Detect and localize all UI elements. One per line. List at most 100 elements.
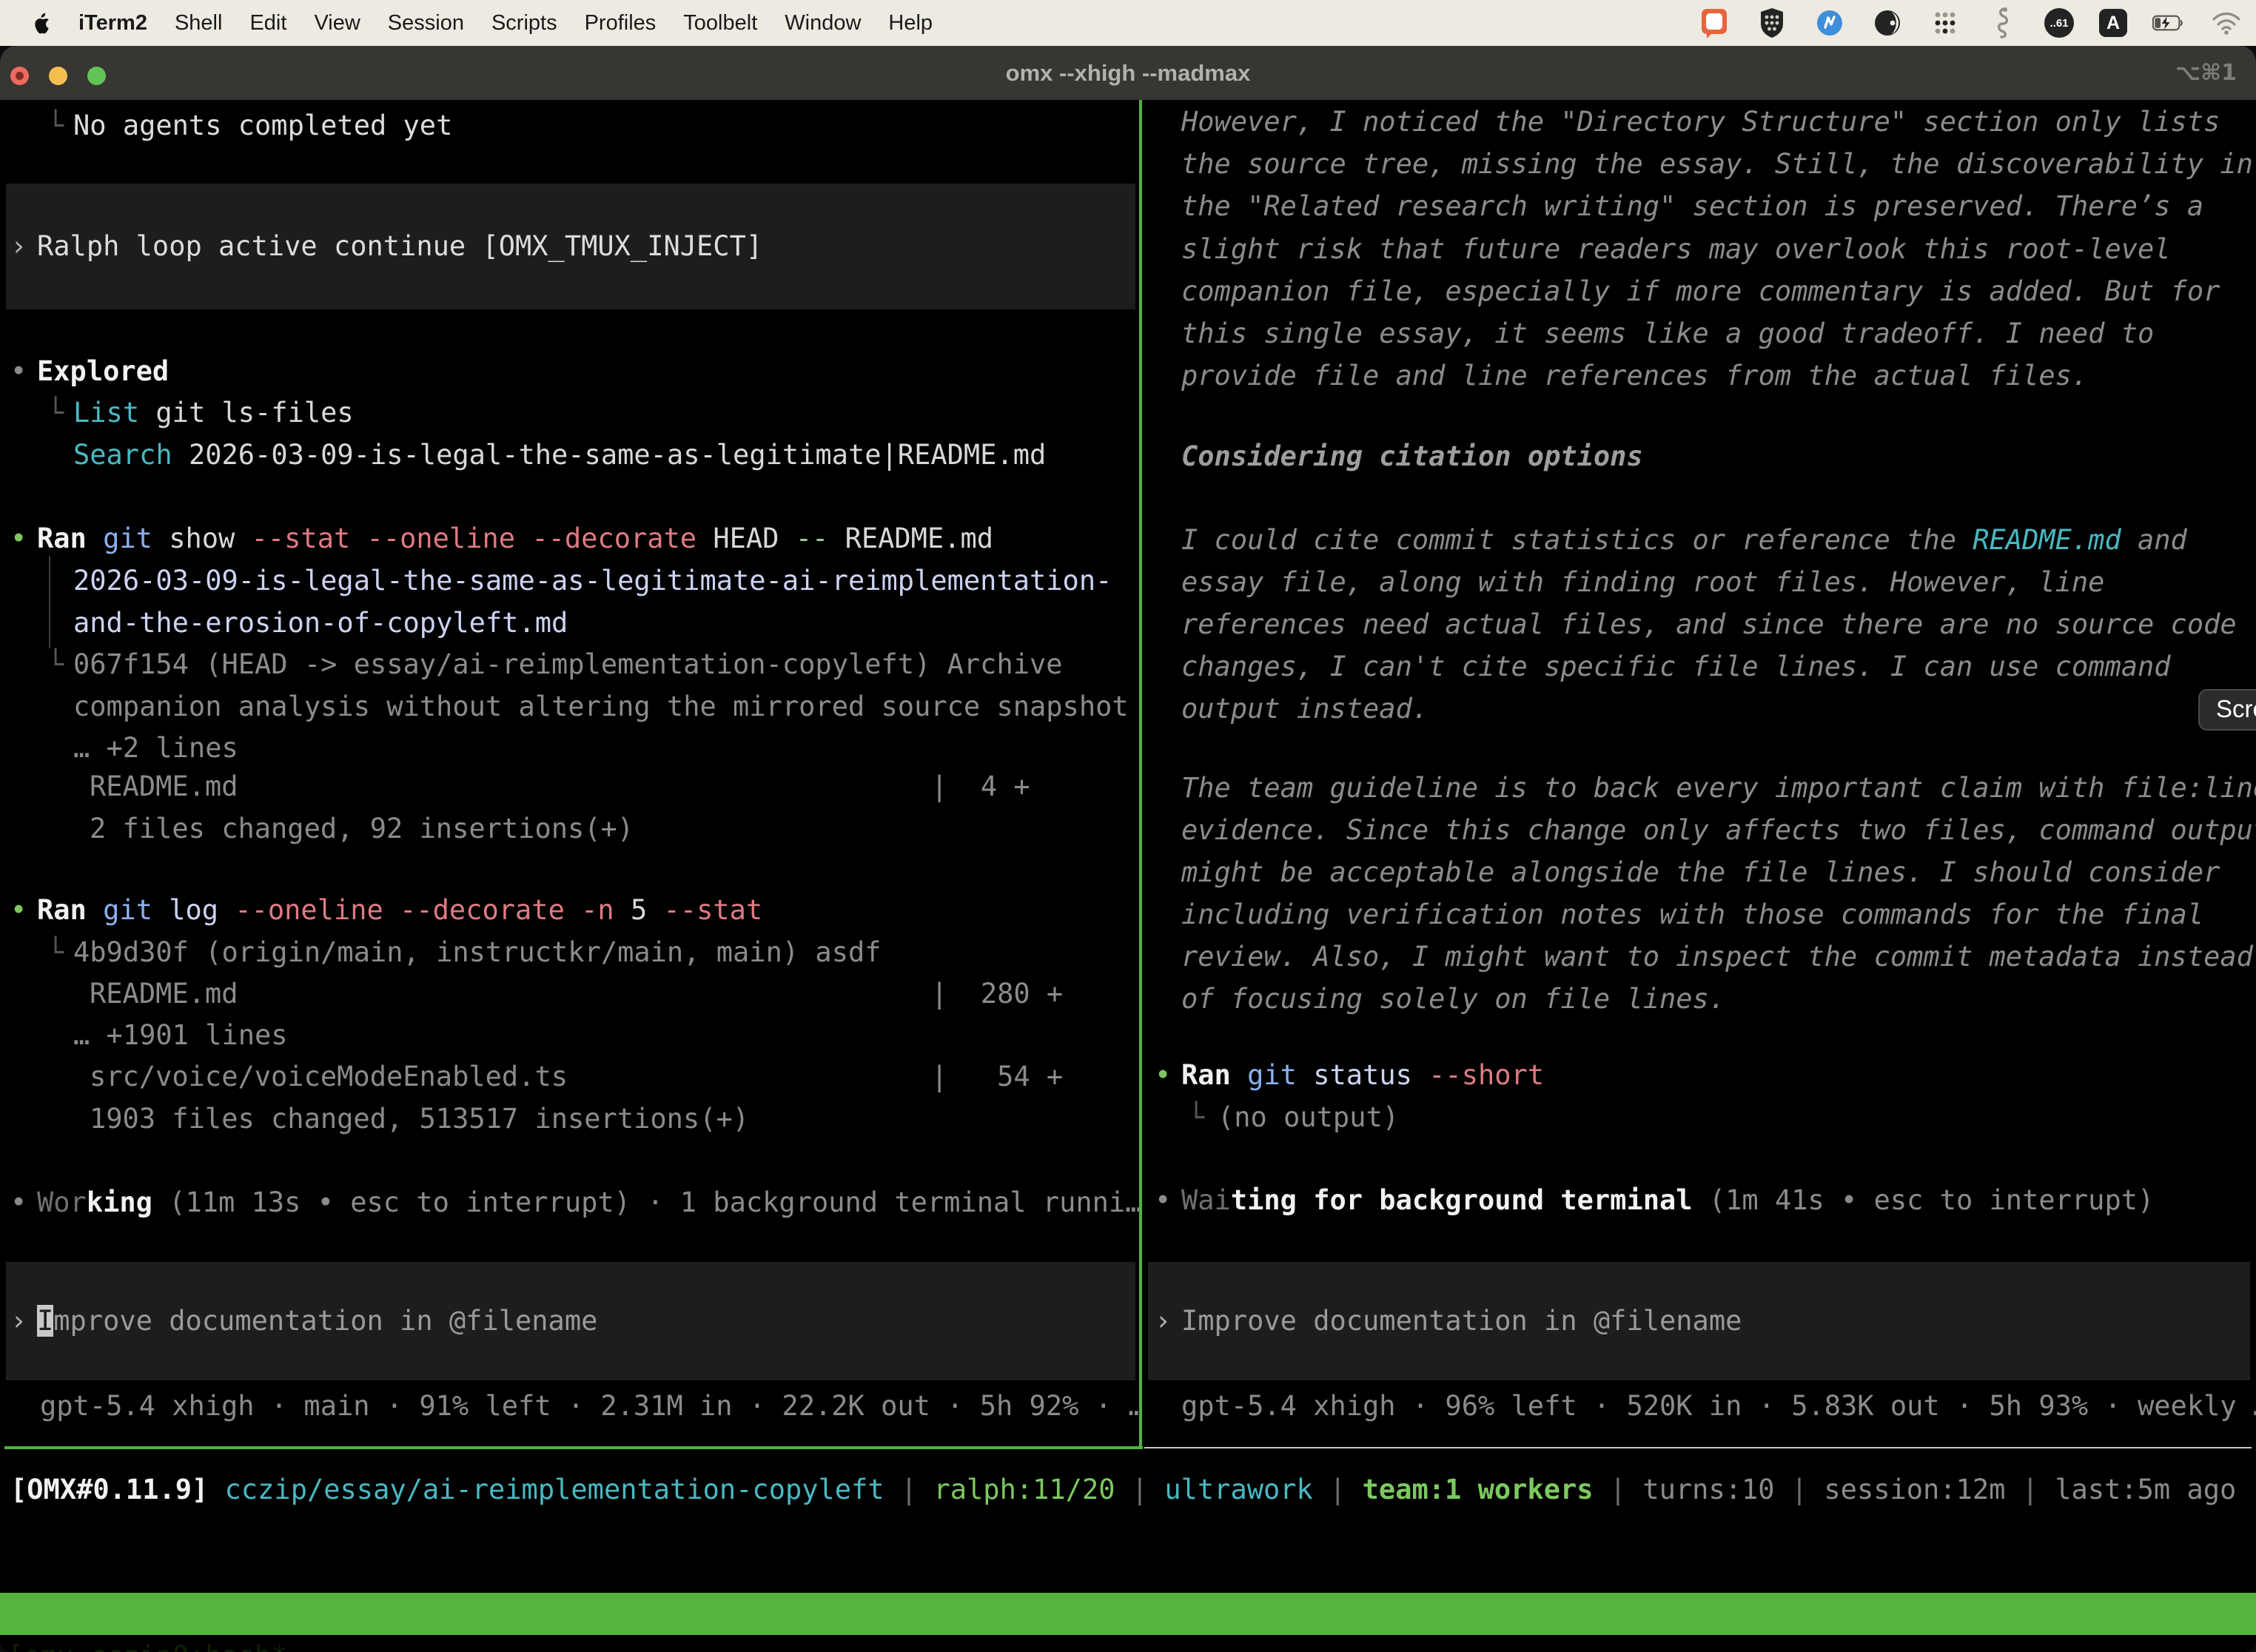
squiggle-icon[interactable] [1987, 7, 2019, 39]
terminal[interactable]: └No agents completed yet ›Ralph loop act… [0, 100, 2256, 1652]
input-source-label: A [2106, 13, 2120, 34]
thinking-para1-line5: companion file, especially if more comme… [1181, 270, 2220, 313]
blue-badge-icon[interactable] [1813, 7, 1846, 39]
menu-item-toolbelt[interactable]: Toolbelt [683, 11, 757, 36]
title-bar: omx --xhigh --madmax ⌥⌘1 [0, 46, 2256, 101]
right-input-text: Improve documentation in @filename [1181, 1305, 1742, 1337]
prompt-glyph: › [1155, 1300, 1181, 1343]
close-button[interactable] [10, 67, 29, 85]
git-show-output-1: └067f154 (HEAD -> essay/ai-reimplementat… [47, 643, 1063, 686]
iterm-window: omx --xhigh --madmax ⌥⌘1 └No agents comp… [0, 46, 2256, 1652]
tmux-session-label: [omx-cczip0:bash* [7, 1635, 288, 1652]
screen: iTerm2 Shell Edit View Session Scripts P… [0, 0, 2256, 1652]
menu-item-shell[interactable]: Shell [175, 11, 223, 36]
window-shortcut-badge: ⌥⌘1 [2175, 46, 2237, 100]
inject-text: Ralph loop active continue [OMX_TMUX_INJ… [37, 230, 762, 262]
thinking-heading: Considering citation options [1181, 435, 1643, 478]
thinking-para3-line6: of focusing solely on file lines. [1181, 978, 1725, 1021]
shield-grid-icon[interactable] [1756, 7, 1788, 39]
thinking-para2-line4: changes, I can't cite specific file line… [1181, 645, 2171, 688]
pane-divider[interactable] [1139, 100, 1142, 1448]
bullet-glyph: • [10, 1181, 37, 1224]
left-input-text: mprove documentation in @filename [53, 1305, 597, 1337]
thinking-para2-line5: output instead. [1181, 688, 1429, 731]
explored-list-line: └List git ls-files [47, 392, 354, 434]
inject-banner: ›Ralph loop active continue [OMX_TMUX_IN… [6, 184, 1135, 309]
thinking-para2-line3: references need actual files, and since … [1181, 603, 2237, 646]
menu-item-iterm2[interactable]: iTerm2 [78, 11, 147, 36]
screen-share-overlay[interactable]: Scre [2198, 689, 2256, 731]
branch-glyph: └ [1188, 1096, 1218, 1139]
percent-badge-label: ..61 [2049, 17, 2068, 30]
git-status-output: └(no output) [1188, 1096, 1399, 1139]
bullet-glyph: • [1155, 1054, 1181, 1097]
git-show-stat-line: README.md| 4 + [0, 765, 1141, 808]
tmux-status-bar: [omx-cczip0:bash* "MacBook-Pro-44.local"… [0, 1593, 2256, 1635]
thinking-para3-line1: The team guideline is to back every impo… [1181, 767, 2256, 810]
explored-header: •Explored [10, 350, 169, 393]
branch-glyph: └ [47, 931, 73, 974]
git-log-stat-2: src/voice/voiceModeEnabled.ts| 54 + [0, 1055, 1141, 1098]
git-show-arg-wrap2: and-the-erosion-of-copyleft.md [73, 602, 568, 645]
chat-app-icon[interactable] [1698, 7, 1730, 39]
percent-badge-icon[interactable]: ..61 [2044, 8, 2074, 38]
git-status-command: •Ran git status --short [1155, 1054, 1544, 1097]
menu-item-view[interactable]: View [314, 11, 360, 36]
bullet-glyph: • [10, 889, 37, 932]
menu-item-session[interactable]: Session [388, 11, 464, 36]
menu-item-window[interactable]: Window [785, 11, 861, 36]
inactive-pane-border [1144, 1447, 2252, 1448]
pie-crescent-icon[interactable] [1871, 7, 1904, 39]
branch-glyph: └ [47, 392, 73, 434]
bullet-glyph: • [10, 350, 37, 393]
right-prompt-input[interactable]: ›Improve documentation in @filename [1148, 1262, 2250, 1380]
menu-tray: ..61 A [1698, 7, 2256, 39]
menu-item-profiles[interactable]: Profiles [585, 11, 657, 36]
bullet-glyph: • [1155, 1179, 1181, 1222]
text-cursor: I [37, 1305, 53, 1337]
right-pane[interactable]: However, I noticed the "Directory Struct… [1144, 100, 2256, 1448]
thinking-para2-line1: I could cite commit statistics or refere… [1181, 519, 2187, 562]
branch-glyph: └ [47, 104, 73, 147]
overlay-label: Scre [2216, 695, 2256, 722]
git-show-arg-wrap1: 2026-03-09-is-legal-the-same-as-legitima… [73, 560, 1112, 602]
no-agents-line: └No agents completed yet [47, 104, 452, 147]
explored-search-line: Search 2026-03-09-is-legal-the-same-as-l… [73, 434, 1046, 477]
git-show-command: •Ran git show --stat --oneline --decorat… [10, 517, 993, 560]
git-log-summary: 1903 files changed, 513517 insertions(+) [90, 1098, 749, 1141]
left-prompt-input[interactable]: ›Improve documentation in @filename [6, 1262, 1135, 1380]
minimize-button[interactable] [49, 67, 67, 85]
menu-bar: iTerm2 Shell Edit View Session Scripts P… [0, 0, 2256, 46]
thinking-para2-line2: essay file, along with finding root file… [1181, 561, 2104, 604]
thinking-para3-line3: might be acceptable alongside the file l… [1181, 851, 2220, 894]
git-show-summary: 2 files changed, 92 insertions(+) [90, 807, 634, 850]
thinking-para3-line5: review. Also, I might want to inspect th… [1181, 936, 2253, 978]
thinking-para1-line7: provide file and line references from th… [1181, 355, 2088, 397]
window-title: omx --xhigh --madmax [0, 46, 2256, 100]
thinking-para1-line3: the "Related research writing" section i… [1181, 185, 2203, 228]
git-log-output-2: … +1901 lines [73, 1014, 288, 1057]
git-log-stat-1: README.md| 280 + [0, 973, 1141, 1015]
menu-item-help[interactable]: Help [888, 11, 933, 36]
input-source-icon[interactable]: A [2099, 9, 2127, 37]
working-status-line: •Working (11m 13s • esc to interrupt) · … [10, 1181, 1141, 1224]
thinking-para3-line4: including verification notes with those … [1181, 893, 2203, 936]
prompt-glyph: › [10, 1300, 37, 1343]
waiting-status-line: •Waiting for background terminal (1m 41s… [1155, 1179, 2154, 1222]
menu-item-scripts[interactable]: Scripts [491, 11, 557, 36]
menu-items: iTerm2 Shell Edit View Session Scripts P… [0, 11, 933, 36]
thinking-para1-line1: However, I noticed the "Directory Struct… [1181, 101, 2220, 144]
wifi-icon[interactable] [2210, 7, 2243, 39]
omx-status-bar: [OMX#0.11.9] cczip/essay/ai-reimplementa… [10, 1468, 2236, 1511]
zoom-button[interactable] [87, 67, 106, 85]
git-log-command: •Ran git log --oneline --decorate -n 5 -… [10, 889, 762, 932]
battery-icon[interactable] [2152, 7, 2185, 39]
thinking-para1-line4: slight risk that future readers may over… [1181, 228, 2171, 271]
menu-item-edit[interactable]: Edit [249, 11, 286, 36]
apple-icon[interactable] [31, 11, 51, 35]
right-session-status: gpt-5.4 xhigh · 96% left · 520K in · 5.8… [1181, 1385, 2256, 1428]
dots-grid-icon[interactable] [1929, 7, 1961, 39]
git-show-output-3: … +2 lines [73, 727, 238, 770]
active-pane-border [4, 1446, 1143, 1449]
left-pane[interactable]: └No agents completed yet ›Ralph loop act… [0, 100, 1141, 1448]
